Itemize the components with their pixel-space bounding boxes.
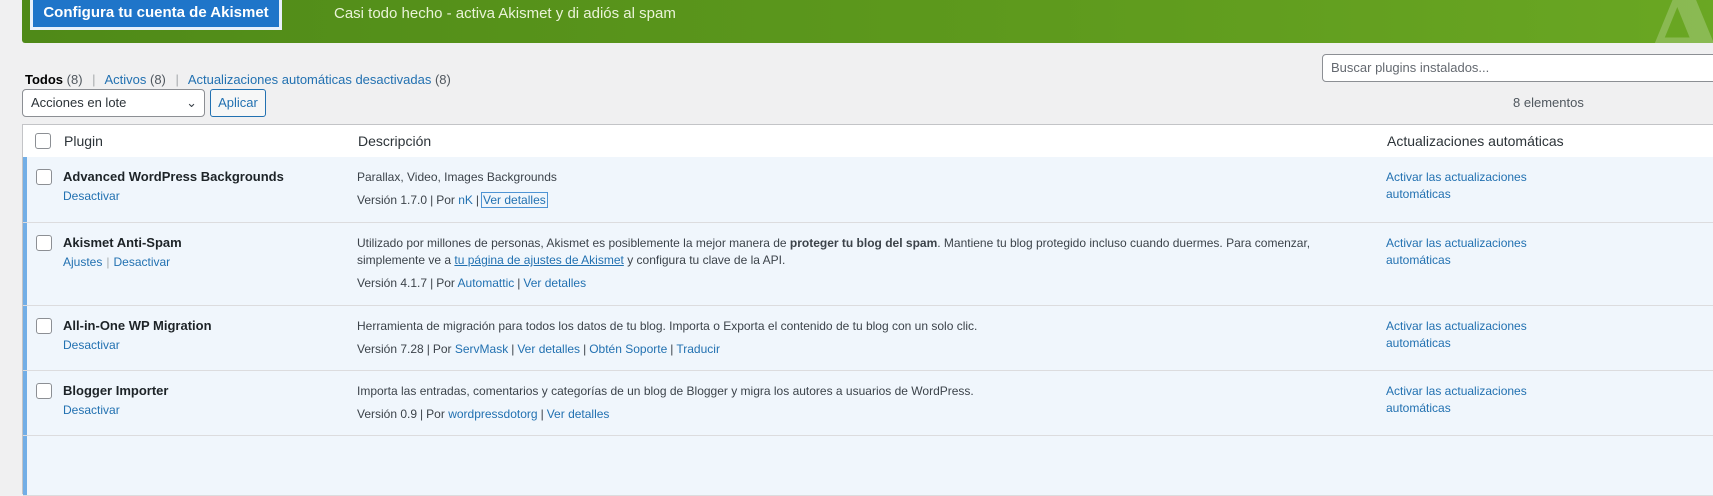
plugin-name: Blogger Importer xyxy=(63,383,169,398)
plugin-description: Parallax, Video, Images Backgrounds xyxy=(357,170,557,184)
active-indicator xyxy=(23,371,27,435)
plugin-description: Importa las entradas, comentarios y cate… xyxy=(357,384,974,398)
view-details-link[interactable]: Ver detalles xyxy=(481,192,548,208)
plugin-name: Akismet Anti-Spam xyxy=(63,235,182,250)
plugin-status-filters: Todos (8) | Activos (8) | Actualizacione… xyxy=(25,72,451,87)
table-row xyxy=(23,436,1713,496)
filter-separator: | xyxy=(175,72,179,87)
row-checkbox[interactable] xyxy=(36,235,52,251)
row-checkbox[interactable] xyxy=(36,318,52,334)
row-checkbox[interactable] xyxy=(36,169,52,185)
description-text: y configura tu clave de la API. xyxy=(627,253,786,267)
active-indicator xyxy=(23,157,27,222)
select-all-checkbox[interactable] xyxy=(35,133,51,149)
table-row: Advanced WordPress Backgrounds Desactiva… xyxy=(23,157,1713,223)
row-actions: Ajustes | Desactivar xyxy=(63,255,171,269)
column-header-plugin: Plugin xyxy=(64,133,103,149)
plugin-by: Por xyxy=(436,193,455,207)
deactivate-link[interactable]: Desactivar xyxy=(63,189,120,203)
akismet-logo-icon: A xyxy=(1642,0,1713,43)
plugin-author-link[interactable]: ServMask xyxy=(455,342,508,356)
akismet-settings-link[interactable]: tu página de ajustes de Akismet xyxy=(454,253,623,267)
filter-all[interactable]: Todos xyxy=(25,72,63,87)
plugin-description: Utilizado por millones de personas, Akis… xyxy=(357,235,1357,269)
plugin-description: Herramienta de migración para todos los … xyxy=(357,319,978,333)
description-bold: proteger tu blog del spam xyxy=(789,236,938,250)
view-details-link[interactable]: Ver detalles xyxy=(547,407,610,421)
plugin-version: Versión 1.7.0 xyxy=(357,193,428,207)
plugin-version: Versión 0.9 xyxy=(357,407,418,421)
plugin-author-link[interactable]: Automattic xyxy=(458,276,515,290)
search-plugins-input[interactable]: Buscar plugins instalados... xyxy=(1322,54,1713,82)
settings-link[interactable]: Ajustes xyxy=(63,255,102,269)
enable-auto-updates-link[interactable]: Activar las actualizaciones automáticas xyxy=(1386,235,1556,269)
filter-all-count: (8) xyxy=(66,72,83,87)
plugin-author-link[interactable]: wordpressdotorg xyxy=(448,407,537,421)
enable-auto-updates-link[interactable]: Activar las actualizaciones automáticas xyxy=(1386,169,1556,203)
plugin-meta: Versión 1.7.0 | Por nK | Ver detalles xyxy=(357,192,548,208)
column-header-description: Descripción xyxy=(358,133,432,149)
row-actions: Desactivar xyxy=(63,403,120,417)
filter-active[interactable]: Activos xyxy=(104,72,146,87)
deactivate-link[interactable]: Desactivar xyxy=(113,255,170,269)
get-support-link[interactable]: Obtén Soporte xyxy=(589,342,667,356)
plugin-by: Por xyxy=(436,276,455,290)
filter-active-count: (8) xyxy=(150,72,166,87)
plugin-meta: Versión 7.28 | Por ServMask | Ver detalles | O… xyxy=(357,342,720,356)
plugin-by: Por xyxy=(432,342,452,356)
plugin-name: All-in-One WP Migration xyxy=(63,318,212,333)
bulk-actions-select[interactable]: Acciones en lote ⌄ xyxy=(22,89,205,117)
plugins-table: Plugin Descripción Actualizaciones autom… xyxy=(22,124,1713,496)
filter-separator: | xyxy=(92,72,96,87)
items-count: 8 elementos xyxy=(1513,95,1584,110)
apply-button[interactable]: Aplicar xyxy=(210,89,266,117)
view-details-link[interactable]: Ver detalles xyxy=(523,276,586,290)
translate-link[interactable]: Traducir xyxy=(676,342,720,356)
description-text: Utilizado por millones de personas, Akis… xyxy=(357,236,787,250)
plugin-meta: Versión 4.1.7 | Por Automattic | Ver detalle… xyxy=(357,276,587,290)
column-header-auto-updates: Actualizaciones automáticas xyxy=(1387,133,1564,149)
filter-auto-updates-disabled[interactable]: Actualizaciones automáticas desactivadas xyxy=(188,72,432,87)
active-indicator xyxy=(23,306,27,370)
akismet-banner: Configura tu cuenta de Akismet Casi todo… xyxy=(22,0,1713,43)
plugin-name: Advanced WordPress Backgrounds xyxy=(63,169,284,184)
plugin-author-link[interactable]: nK xyxy=(458,193,473,207)
active-indicator xyxy=(23,223,27,305)
bulk-actions-selected: Acciones en lote xyxy=(31,95,127,110)
configure-akismet-button[interactable]: Configura tu cuenta de Akismet xyxy=(30,0,282,30)
table-header: Plugin Descripción Actualizaciones autom… xyxy=(23,125,1713,158)
plugin-meta: Versión 0.9 | Por wordpressdotorg | Ver deta… xyxy=(357,407,610,421)
enable-auto-updates-link[interactable]: Activar las actualizaciones automáticas xyxy=(1386,383,1556,417)
plugin-by: Por xyxy=(426,407,445,421)
row-actions: Desactivar xyxy=(63,338,120,352)
deactivate-link[interactable]: Desactivar xyxy=(63,403,120,417)
chevron-down-icon: ⌄ xyxy=(186,95,197,110)
enable-auto-updates-link[interactable]: Activar las actualizaciones automáticas xyxy=(1386,318,1556,352)
plugin-version: Versión 4.1.7 xyxy=(357,276,428,290)
deactivate-link[interactable]: Desactivar xyxy=(63,338,120,352)
view-details-link[interactable]: Ver detalles xyxy=(517,342,580,356)
active-indicator xyxy=(23,436,27,495)
akismet-banner-message: Casi todo hecho - activa Akismet y di ad… xyxy=(334,5,676,22)
table-row: Blogger Importer Desactivar Importa las … xyxy=(23,371,1713,436)
plugin-version: Versión 7.28 xyxy=(357,342,424,356)
filter-auto-updates-disabled-count: (8) xyxy=(434,72,451,87)
table-row: Akismet Anti-Spam Ajustes | Desactivar Uti… xyxy=(23,223,1713,306)
table-row: All-in-One WP Migration Desactivar Herra… xyxy=(23,306,1713,371)
row-checkbox[interactable] xyxy=(36,383,52,399)
row-actions: Desactivar xyxy=(63,189,120,203)
